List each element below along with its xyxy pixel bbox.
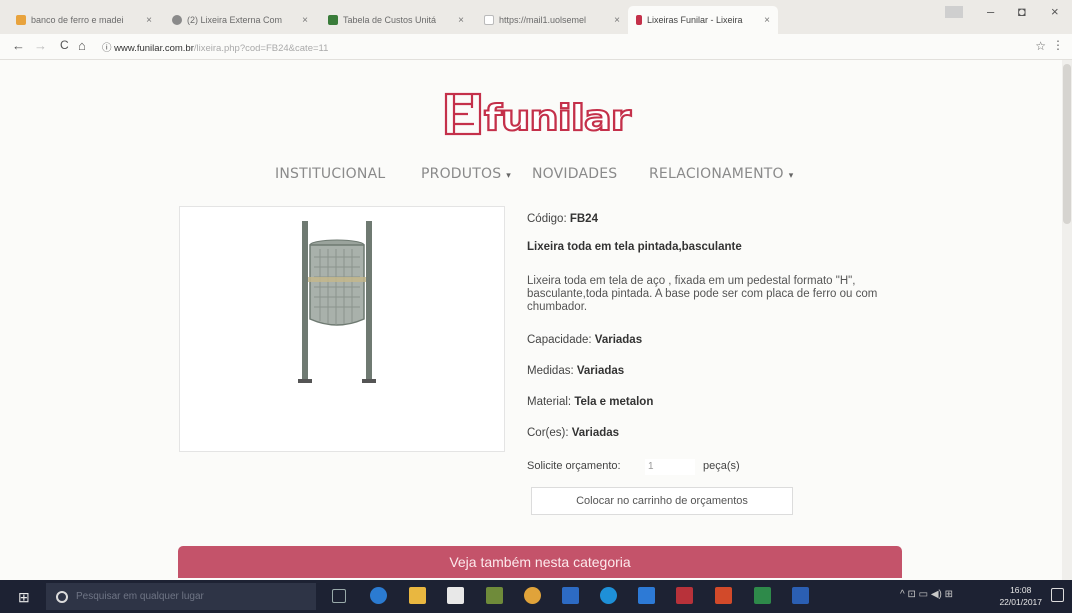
url-path: /lixeira.php?cod=FB24&cate=11 <box>193 43 329 54</box>
tab-title: Tabela de Custos Unitá <box>343 15 437 25</box>
code-label: Código: <box>527 213 567 225</box>
page-favicon-icon <box>484 15 494 25</box>
nav-novidades[interactable]: NOVIDADES <box>532 166 617 182</box>
word-icon[interactable] <box>792 587 809 604</box>
notification-center-icon[interactable] <box>1051 588 1064 602</box>
cortana-icon <box>56 590 68 603</box>
tab-close-icon[interactable]: × <box>302 15 308 26</box>
close-window-button[interactable]: × <box>1051 4 1059 19</box>
browser-tab-strip: banco de ferro e madei × (2) Lixeira Ext… <box>0 0 1072 34</box>
tab-title: Lixeiras Funilar - Lixeira <box>647 15 743 25</box>
product-title: Lixeira toda em tela pintada,basculante <box>527 241 742 253</box>
measures-value: Variadas <box>576 365 625 377</box>
nav-label: PRODUTOS <box>421 166 502 182</box>
measures-label: Medidas: <box>527 365 574 377</box>
nav-label: INSTITUCIONAL <box>275 166 386 182</box>
colors-label: Cor(es): <box>527 427 569 439</box>
user-profile-icon[interactable] <box>945 6 963 18</box>
mail-icon[interactable] <box>562 587 579 604</box>
browser-tab-5-active[interactable]: Lixeiras Funilar - Lixeira × <box>628 6 778 34</box>
funilar-favicon-icon <box>636 15 642 25</box>
product-material: Material: Tela e metalon <box>527 396 653 408</box>
quantity-input[interactable]: 1 <box>645 459 695 475</box>
browser-tab-1[interactable]: banco de ferro e madei × <box>8 6 160 34</box>
nav-institucional[interactable]: INSTITUCIONAL <box>275 166 385 182</box>
quote-unit: peça(s) <box>703 460 740 472</box>
taskbar-clock[interactable]: 16:08 22/01/2017 <box>999 584 1042 608</box>
chevron-down-icon: ▾ <box>788 171 794 181</box>
app-icon[interactable] <box>638 587 655 604</box>
excel-icon[interactable] <box>754 587 771 604</box>
chrome-icon[interactable] <box>524 587 541 604</box>
browser-toolbar: ← → C ⌂ ⓘ www.funilar.com.br/lixeira.php… <box>0 34 1072 60</box>
file-explorer-icon[interactable] <box>409 587 426 604</box>
capacity-label: Capacidade: <box>527 334 592 346</box>
powerpoint-icon[interactable] <box>715 587 732 604</box>
url-host: www.funilar.com.br <box>114 43 194 54</box>
product-measures: Medidas: Variadas <box>527 365 624 377</box>
windows-taskbar: ⊞ Pesquisar em qualquer lugar ^ ⊡ ▭ ◀) ⊞… <box>0 580 1072 613</box>
product-capacity: Capacidade: Variadas <box>527 334 642 346</box>
tab-title: banco de ferro e madei <box>31 15 124 25</box>
google-favicon-icon <box>16 15 26 25</box>
app-icon[interactable] <box>486 587 503 604</box>
minimize-button[interactable]: – <box>987 4 994 19</box>
capacity-value: Variadas <box>594 334 643 346</box>
chevron-down-icon: ▾ <box>506 171 511 181</box>
related-category-banner[interactable]: Veja também nesta categoria <box>178 546 902 578</box>
product-colors: Cor(es): Variadas <box>527 427 619 439</box>
forward-button[interactable]: → <box>34 38 47 53</box>
edge-icon[interactable] <box>370 587 387 604</box>
nav-relacionamento[interactable]: RELACIONAMENTO ▾ <box>649 166 794 182</box>
tab-title: (2) Lixeira Externa Com <box>187 15 283 25</box>
tab-close-icon[interactable]: × <box>614 15 620 26</box>
site-info-icon[interactable]: ⓘ <box>102 43 112 54</box>
logo-text: funilar <box>484 98 631 138</box>
product-code: Código: FB24 <box>527 213 598 225</box>
add-to-quote-cart-button[interactable]: Colocar no carrinho de orçamentos <box>531 487 793 515</box>
code-value: FB24 <box>569 213 598 225</box>
browser-tab-2[interactable]: (2) Lixeira Externa Com × <box>164 6 316 34</box>
nav-label: RELACIONAMENTO <box>649 166 784 182</box>
quote-label: Solicite orçamento: <box>527 460 621 472</box>
taskbar-search-box[interactable]: Pesquisar em qualquer lugar <box>46 583 316 610</box>
nav-produtos[interactable]: PRODUTOS ▾ <box>421 166 511 182</box>
clock-time: 16:08 <box>1010 585 1032 595</box>
task-view-icon[interactable] <box>332 589 346 603</box>
colors-value: Variadas <box>571 427 620 439</box>
clock-date: 22/01/2017 <box>999 597 1042 607</box>
browser-tab-3[interactable]: Tabela de Custos Unitá × <box>320 6 472 34</box>
browser-tab-4[interactable]: https://mail1.uolsemel × <box>476 6 628 34</box>
address-bar[interactable]: ⓘ www.funilar.com.br/lixeira.php?cod=FB2… <box>102 40 328 54</box>
material-value: Tela e metalon <box>574 396 654 408</box>
search-placeholder: Pesquisar em qualquer lugar <box>76 591 204 602</box>
material-label: Material: <box>527 396 572 408</box>
scrollbar-thumb[interactable] <box>1063 64 1071 224</box>
product-description: Lixeira toda em tela de aço , fixada em … <box>527 275 878 313</box>
product-image-frame <box>179 206 505 452</box>
acrobat-icon[interactable] <box>676 587 693 604</box>
bookmark-star-icon[interactable]: ☆ <box>1035 39 1046 53</box>
product-title-text: Lixeira toda em tela pintada,basculante <box>527 241 742 253</box>
trash-bin-stand-icon <box>298 221 376 383</box>
system-tray-icons[interactable]: ^ ⊡ ▭ ◀) ⊞ <box>900 589 953 600</box>
store-icon[interactable] <box>447 587 464 604</box>
sheets-favicon-icon <box>328 15 338 25</box>
funilar-logo[interactable]: funilar <box>444 90 634 138</box>
tab-close-icon[interactable]: × <box>146 15 152 26</box>
back-button[interactable]: ← <box>12 38 25 53</box>
reload-button[interactable]: C <box>60 38 69 52</box>
tab-close-icon[interactable]: × <box>764 15 770 26</box>
skype-icon[interactable] <box>600 587 617 604</box>
nav-label: NOVIDADES <box>532 166 618 182</box>
site-favicon-icon <box>172 15 182 25</box>
tab-close-icon[interactable]: × <box>458 15 464 26</box>
tab-title: https://mail1.uolsemel <box>499 15 587 25</box>
browser-menu-icon[interactable]: ⋮ <box>1052 38 1064 52</box>
home-button[interactable]: ⌂ <box>78 38 86 53</box>
maximize-button[interactable]: ◘ <box>1018 4 1026 19</box>
windows-start-icon[interactable]: ⊞ <box>18 589 30 606</box>
